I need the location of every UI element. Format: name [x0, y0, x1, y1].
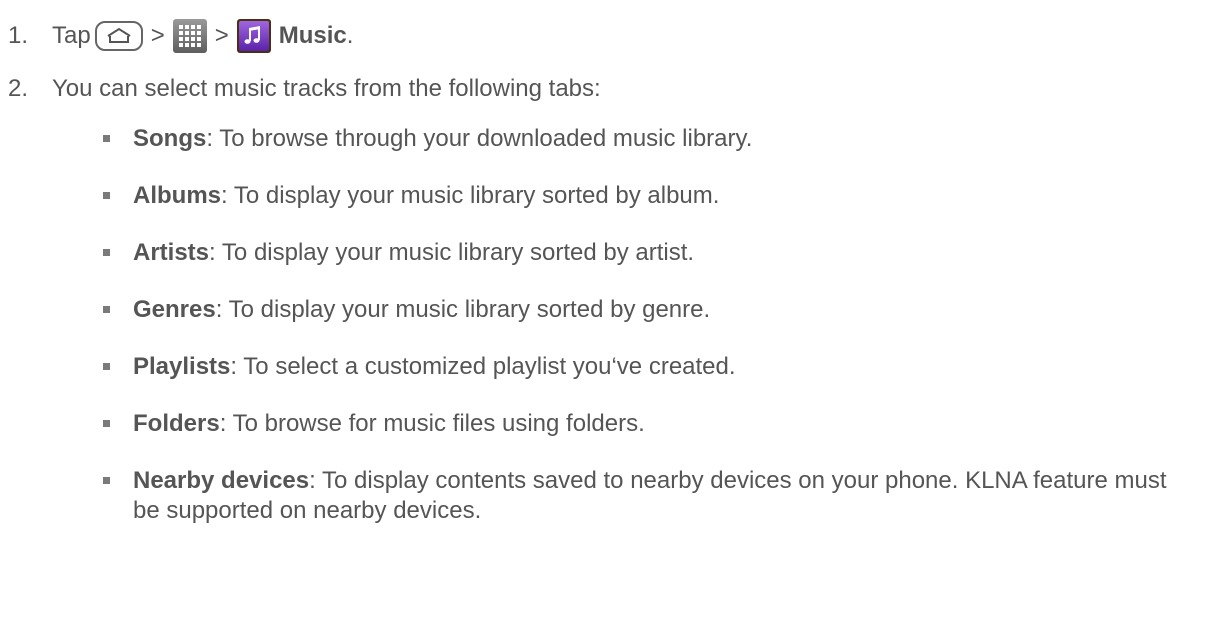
apps-grid-icon: [172, 19, 207, 53]
list-item-playlists: Playlists: To select a customized playli…: [133, 352, 736, 382]
step-suffix: .: [346, 22, 354, 49]
step-1: 1. Tap > > Music .: [8, 19, 353, 53]
bullet-marker: [103, 249, 110, 256]
tab-name: Genres: [133, 296, 216, 323]
step-text: You can select music tracks from the fol…: [52, 75, 601, 102]
bullet-marker: [103, 363, 110, 370]
list-item-albums: Albums: To display your music library so…: [133, 181, 719, 211]
bullet-marker: [103, 420, 110, 427]
tab-name: Albums: [133, 182, 222, 209]
step-number: 2.: [8, 75, 29, 102]
bullet-marker: [103, 477, 110, 484]
tab-name: Folders: [133, 410, 220, 437]
list-item-artists: Artists: To display your music library s…: [133, 238, 694, 268]
tab-description: : To browse for music files using folder…: [219, 410, 645, 437]
separator: >: [214, 22, 229, 49]
list-item-genres: Genres: To display your music library so…: [133, 295, 710, 325]
tab-description: : To select a customized playlist you‘ve…: [230, 353, 736, 380]
tab-name: Playlists: [133, 353, 231, 380]
tab-description: : To display your music library sorted b…: [209, 239, 695, 266]
document-page: 1. Tap > > Music . 2. You can select mus…: [0, 0, 1206, 619]
list-item-folders: Folders: To browse for music files using…: [133, 409, 645, 439]
bullet-marker: [103, 192, 110, 199]
tab-description: : To display your music library sorted b…: [215, 296, 711, 323]
home-key-icon: [94, 21, 143, 51]
step-number: 1.: [8, 22, 29, 49]
music-app-icon: [236, 19, 271, 53]
list-item-songs: Songs: To browse through your downloaded…: [133, 124, 752, 154]
separator: >: [150, 22, 165, 49]
music-app-label: Music: [278, 22, 347, 49]
bullet-marker: [103, 135, 110, 142]
step-2: 2. You can select music tracks from the …: [8, 75, 601, 103]
bullet-marker: [103, 306, 110, 313]
tab-description: : To display your music library sorted b…: [221, 182, 720, 209]
tab-name: Nearby devices: [133, 467, 310, 494]
step-prefix: Tap: [52, 22, 91, 49]
tab-description: : To browse through your downloaded musi…: [206, 125, 753, 152]
tab-name: Songs: [133, 125, 207, 152]
list-item-nearby-devices: Nearby devices: To display contents save…: [133, 466, 1173, 526]
tab-name: Artists: [133, 239, 210, 266]
